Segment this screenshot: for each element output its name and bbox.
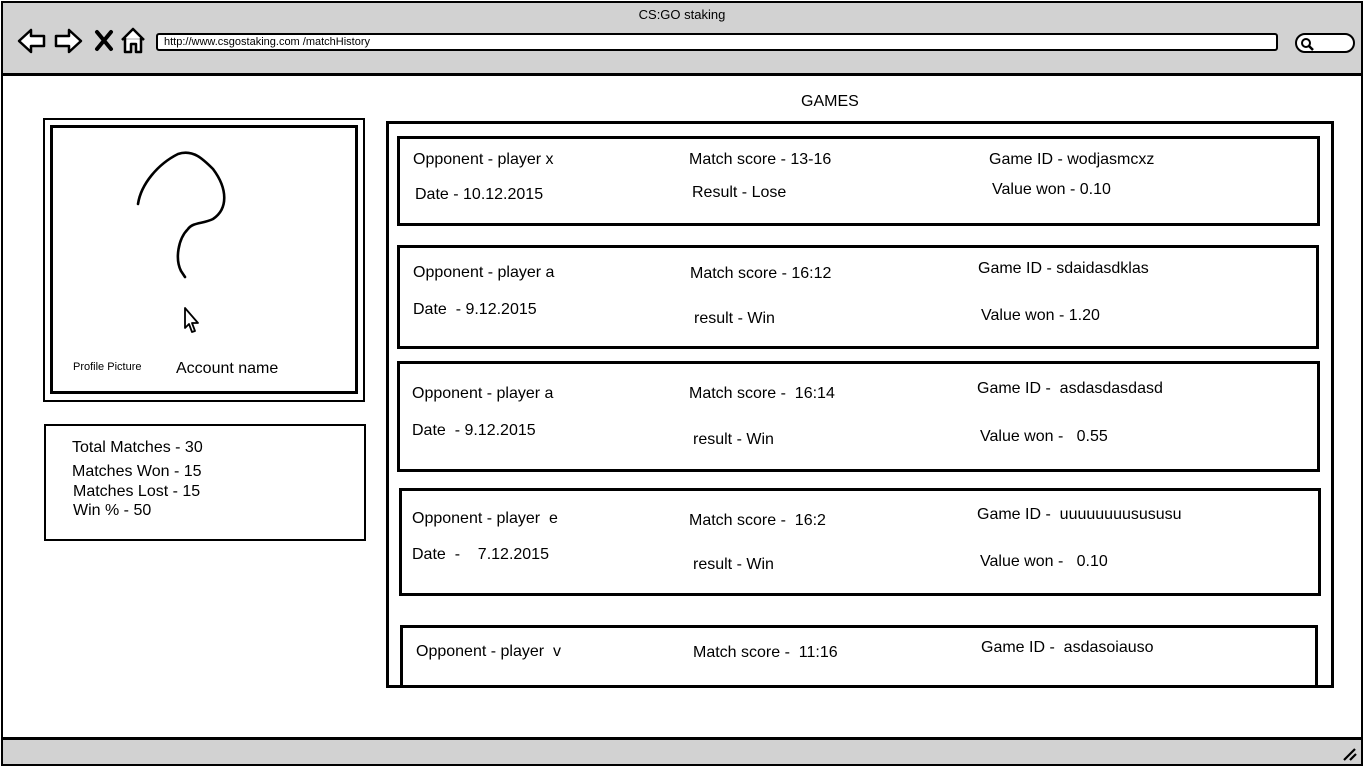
cursor-icon: [184, 307, 199, 333]
account-name: Account name: [176, 360, 279, 377]
game-score: Match score - 16:14: [689, 385, 835, 402]
game-card[interactable]: Opponent - player v Match score - 11:16 …: [400, 625, 1318, 685]
game-value: Value won - 1.20: [981, 307, 1100, 324]
game-opponent: Opponent - player x: [413, 151, 554, 168]
game-score: Match score - 16:2: [689, 512, 826, 529]
game-opponent: Opponent - player a: [413, 264, 555, 281]
browser-titlebar: CS:GO staking http://www.csgostaking.com…: [3, 3, 1361, 76]
profile-card-inner: Profile Picture Account name: [50, 125, 358, 394]
game-date: Date - 9.12.2015: [412, 422, 536, 439]
game-result: Result - Lose: [692, 184, 787, 201]
profile-picture-label: Profile Picture: [73, 361, 142, 373]
address-bar[interactable]: http://www.csgostaking.com /matchHistory: [156, 33, 1278, 51]
forward-arrow-icon[interactable]: [53, 27, 83, 55]
game-date: Date - 9.12.2015: [413, 301, 537, 318]
game-opponent: Opponent - player v: [416, 643, 561, 660]
games-title: GAMES: [801, 93, 859, 110]
game-card[interactable]: Opponent - player a Date - 9.12.2015 Mat…: [397, 245, 1319, 349]
game-value: Value won - 0.10: [980, 553, 1108, 570]
profile-picture-placeholder[interactable]: [133, 144, 233, 284]
game-value: Value won - 0.10: [992, 181, 1111, 198]
game-value: Value won - 0.55: [980, 428, 1108, 445]
game-id: Game ID - asdasoiauso: [981, 639, 1154, 656]
browser-window: CS:GO staking http://www.csgostaking.com…: [1, 1, 1363, 766]
profile-card: Profile Picture Account name: [43, 118, 365, 402]
win-percent: Win % - 50: [73, 502, 152, 519]
game-result: result - Win: [693, 556, 774, 573]
game-id: Game ID - uuuuuuuusususu: [977, 506, 1182, 523]
game-id: Game ID - wodjasmcxz: [989, 151, 1155, 168]
game-date: Date - 10.12.2015: [415, 186, 544, 203]
game-id: Game ID - sdaidasdklas: [978, 260, 1149, 277]
game-card[interactable]: Opponent - player e Date - 7.12.2015 Mat…: [399, 488, 1321, 596]
matches-won: Matches Won - 15: [72, 463, 202, 480]
status-bar: [3, 737, 1361, 764]
close-icon[interactable]: [91, 27, 121, 55]
game-id: Game ID - asdasdasdasd: [977, 380, 1163, 397]
game-score: Match score - 11:16: [693, 644, 838, 661]
game-score: Match score - 13-16: [689, 151, 832, 168]
game-card[interactable]: Opponent - player x Date - 10.12.2015 Ma…: [397, 136, 1320, 226]
game-opponent: Opponent - player a: [412, 385, 554, 402]
search-box[interactable]: [1295, 33, 1355, 53]
home-icon[interactable]: [119, 27, 149, 55]
total-matches: Total Matches - 30: [72, 439, 203, 456]
game-result: result - Win: [694, 310, 775, 327]
game-card[interactable]: Opponent - player a Date - 9.12.2015 Mat…: [397, 361, 1320, 472]
games-list: Opponent - player x Date - 10.12.2015 Ma…: [386, 121, 1334, 688]
matches-lost: Matches Lost - 15: [73, 483, 201, 500]
resize-handle-icon[interactable]: [1341, 747, 1357, 761]
stats-card: Total Matches - 30 Matches Won - 15 Matc…: [44, 424, 366, 541]
game-date: Date - 7.12.2015: [412, 546, 549, 563]
search-icon: [1301, 38, 1314, 51]
back-arrow-icon[interactable]: [17, 27, 47, 55]
game-result: result - Win: [693, 431, 774, 448]
game-opponent: Opponent - player e: [412, 510, 558, 527]
game-score: Match score - 16:12: [690, 265, 832, 282]
window-title: CS:GO staking: [638, 7, 726, 22]
